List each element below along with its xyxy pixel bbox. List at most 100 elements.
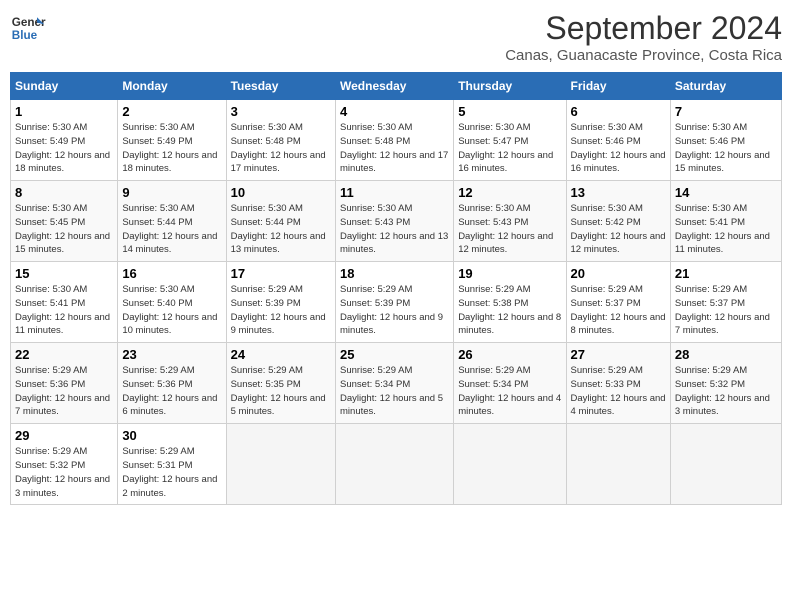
day-info: Sunrise: 5:30 AM Sunset: 5:43 PM Dayligh… (340, 202, 449, 257)
calendar-header-row: Sunday Monday Tuesday Wednesday Thursday… (11, 73, 782, 100)
calendar-cell: 6 Sunrise: 5:30 AM Sunset: 5:46 PM Dayli… (566, 100, 670, 181)
day-number: 25 (340, 347, 449, 362)
calendar-cell (226, 424, 335, 505)
day-number: 19 (458, 266, 561, 281)
day-number: 16 (122, 266, 221, 281)
logo-icon: General Blue (10, 10, 46, 46)
day-number: 7 (675, 104, 777, 119)
day-number: 30 (122, 428, 221, 443)
calendar-cell (336, 424, 454, 505)
day-info: Sunrise: 5:29 AM Sunset: 5:36 PM Dayligh… (15, 364, 113, 419)
calendar-cell: 15 Sunrise: 5:30 AM Sunset: 5:41 PM Dayl… (11, 262, 118, 343)
calendar-cell: 9 Sunrise: 5:30 AM Sunset: 5:44 PM Dayli… (118, 181, 226, 262)
calendar-cell: 10 Sunrise: 5:30 AM Sunset: 5:44 PM Dayl… (226, 181, 335, 262)
week-row-5: 29 Sunrise: 5:29 AM Sunset: 5:32 PM Dayl… (11, 424, 782, 505)
svg-text:Blue: Blue (12, 29, 38, 42)
calendar-cell: 24 Sunrise: 5:29 AM Sunset: 5:35 PM Dayl… (226, 343, 335, 424)
day-info: Sunrise: 5:30 AM Sunset: 5:46 PM Dayligh… (571, 121, 666, 176)
calendar-cell: 11 Sunrise: 5:30 AM Sunset: 5:43 PM Dayl… (336, 181, 454, 262)
day-info: Sunrise: 5:30 AM Sunset: 5:48 PM Dayligh… (231, 121, 331, 176)
day-number: 6 (571, 104, 666, 119)
day-number: 14 (675, 185, 777, 200)
day-info: Sunrise: 5:29 AM Sunset: 5:37 PM Dayligh… (675, 283, 777, 338)
day-info: Sunrise: 5:29 AM Sunset: 5:34 PM Dayligh… (340, 364, 449, 419)
day-info: Sunrise: 5:30 AM Sunset: 5:49 PM Dayligh… (15, 121, 113, 176)
day-number: 18 (340, 266, 449, 281)
calendar-cell: 7 Sunrise: 5:30 AM Sunset: 5:46 PM Dayli… (670, 100, 781, 181)
day-info: Sunrise: 5:29 AM Sunset: 5:35 PM Dayligh… (231, 364, 331, 419)
day-number: 12 (458, 185, 561, 200)
calendar-cell: 19 Sunrise: 5:29 AM Sunset: 5:38 PM Dayl… (454, 262, 566, 343)
calendar-cell: 8 Sunrise: 5:30 AM Sunset: 5:45 PM Dayli… (11, 181, 118, 262)
day-number: 10 (231, 185, 331, 200)
day-info: Sunrise: 5:29 AM Sunset: 5:37 PM Dayligh… (571, 283, 666, 338)
calendar-cell: 23 Sunrise: 5:29 AM Sunset: 5:36 PM Dayl… (118, 343, 226, 424)
col-saturday: Saturday (670, 73, 781, 100)
day-info: Sunrise: 5:30 AM Sunset: 5:40 PM Dayligh… (122, 283, 221, 338)
col-tuesday: Tuesday (226, 73, 335, 100)
calendar-cell: 14 Sunrise: 5:30 AM Sunset: 5:41 PM Dayl… (670, 181, 781, 262)
page-header: General Blue September 2024 Canas, Guana… (10, 10, 782, 64)
calendar-cell: 13 Sunrise: 5:30 AM Sunset: 5:42 PM Dayl… (566, 181, 670, 262)
day-info: Sunrise: 5:30 AM Sunset: 5:41 PM Dayligh… (675, 202, 777, 257)
day-number: 24 (231, 347, 331, 362)
logo: General Blue (10, 10, 46, 46)
page-subtitle: Canas, Guanacaste Province, Costa Rica (505, 47, 782, 64)
day-info: Sunrise: 5:30 AM Sunset: 5:42 PM Dayligh… (571, 202, 666, 257)
day-number: 20 (571, 266, 666, 281)
day-info: Sunrise: 5:29 AM Sunset: 5:34 PM Dayligh… (458, 364, 561, 419)
calendar-cell: 16 Sunrise: 5:30 AM Sunset: 5:40 PM Dayl… (118, 262, 226, 343)
day-info: Sunrise: 5:30 AM Sunset: 5:49 PM Dayligh… (122, 121, 221, 176)
day-info: Sunrise: 5:29 AM Sunset: 5:39 PM Dayligh… (340, 283, 449, 338)
day-info: Sunrise: 5:30 AM Sunset: 5:48 PM Dayligh… (340, 121, 449, 176)
day-info: Sunrise: 5:29 AM Sunset: 5:33 PM Dayligh… (571, 364, 666, 419)
day-info: Sunrise: 5:29 AM Sunset: 5:32 PM Dayligh… (15, 445, 113, 500)
calendar-cell: 4 Sunrise: 5:30 AM Sunset: 5:48 PM Dayli… (336, 100, 454, 181)
week-row-1: 1 Sunrise: 5:30 AM Sunset: 5:49 PM Dayli… (11, 100, 782, 181)
calendar-cell: 17 Sunrise: 5:29 AM Sunset: 5:39 PM Dayl… (226, 262, 335, 343)
day-number: 23 (122, 347, 221, 362)
calendar-cell: 28 Sunrise: 5:29 AM Sunset: 5:32 PM Dayl… (670, 343, 781, 424)
week-row-4: 22 Sunrise: 5:29 AM Sunset: 5:36 PM Dayl… (11, 343, 782, 424)
calendar-cell: 5 Sunrise: 5:30 AM Sunset: 5:47 PM Dayli… (454, 100, 566, 181)
col-sunday: Sunday (11, 73, 118, 100)
day-number: 17 (231, 266, 331, 281)
calendar-cell: 2 Sunrise: 5:30 AM Sunset: 5:49 PM Dayli… (118, 100, 226, 181)
day-info: Sunrise: 5:30 AM Sunset: 5:44 PM Dayligh… (122, 202, 221, 257)
calendar-cell: 21 Sunrise: 5:29 AM Sunset: 5:37 PM Dayl… (670, 262, 781, 343)
calendar-cell: 25 Sunrise: 5:29 AM Sunset: 5:34 PM Dayl… (336, 343, 454, 424)
day-info: Sunrise: 5:29 AM Sunset: 5:32 PM Dayligh… (675, 364, 777, 419)
col-friday: Friday (566, 73, 670, 100)
calendar-cell (670, 424, 781, 505)
calendar-cell (454, 424, 566, 505)
calendar-cell: 3 Sunrise: 5:30 AM Sunset: 5:48 PM Dayli… (226, 100, 335, 181)
day-number: 15 (15, 266, 113, 281)
day-info: Sunrise: 5:30 AM Sunset: 5:41 PM Dayligh… (15, 283, 113, 338)
day-number: 11 (340, 185, 449, 200)
week-row-3: 15 Sunrise: 5:30 AM Sunset: 5:41 PM Dayl… (11, 262, 782, 343)
day-number: 27 (571, 347, 666, 362)
calendar-cell: 30 Sunrise: 5:29 AM Sunset: 5:31 PM Dayl… (118, 424, 226, 505)
day-number: 3 (231, 104, 331, 119)
week-row-2: 8 Sunrise: 5:30 AM Sunset: 5:45 PM Dayli… (11, 181, 782, 262)
day-number: 1 (15, 104, 113, 119)
day-number: 13 (571, 185, 666, 200)
day-number: 21 (675, 266, 777, 281)
day-number: 2 (122, 104, 221, 119)
day-info: Sunrise: 5:30 AM Sunset: 5:45 PM Dayligh… (15, 202, 113, 257)
day-info: Sunrise: 5:29 AM Sunset: 5:38 PM Dayligh… (458, 283, 561, 338)
day-info: Sunrise: 5:30 AM Sunset: 5:44 PM Dayligh… (231, 202, 331, 257)
col-monday: Monday (118, 73, 226, 100)
calendar-cell: 18 Sunrise: 5:29 AM Sunset: 5:39 PM Dayl… (336, 262, 454, 343)
calendar-cell: 20 Sunrise: 5:29 AM Sunset: 5:37 PM Dayl… (566, 262, 670, 343)
day-number: 29 (15, 428, 113, 443)
day-info: Sunrise: 5:30 AM Sunset: 5:43 PM Dayligh… (458, 202, 561, 257)
day-number: 4 (340, 104, 449, 119)
col-wednesday: Wednesday (336, 73, 454, 100)
calendar-cell (566, 424, 670, 505)
day-info: Sunrise: 5:30 AM Sunset: 5:46 PM Dayligh… (675, 121, 777, 176)
title-block: September 2024 Canas, Guanacaste Provinc… (505, 10, 782, 64)
day-number: 8 (15, 185, 113, 200)
day-info: Sunrise: 5:29 AM Sunset: 5:31 PM Dayligh… (122, 445, 221, 500)
day-number: 9 (122, 185, 221, 200)
